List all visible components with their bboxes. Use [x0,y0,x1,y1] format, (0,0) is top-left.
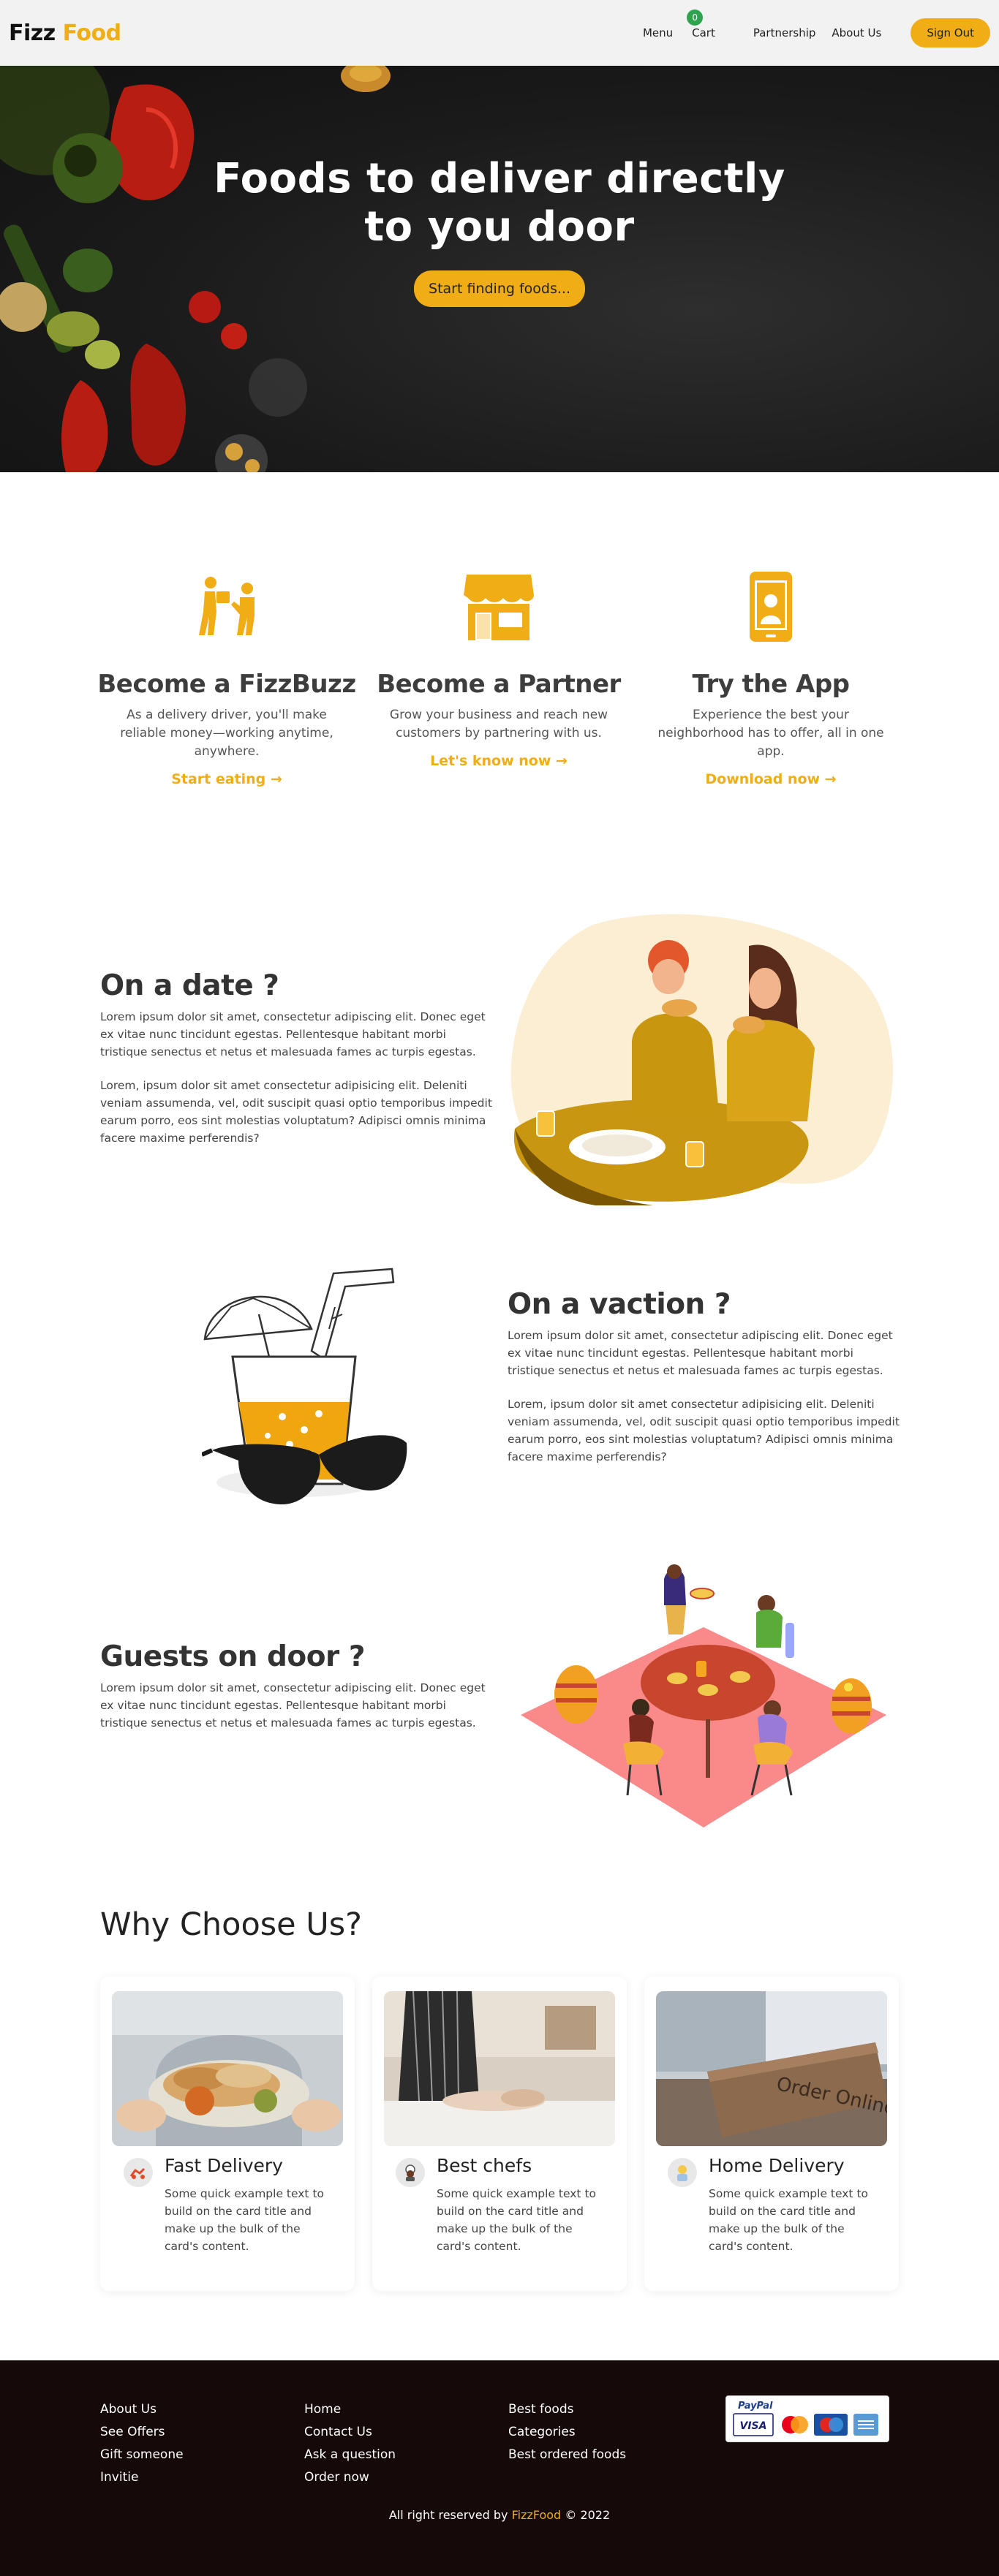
footer-link-contact-us[interactable]: Contact Us [304,2421,396,2444]
cart-count-badge: 0 [687,10,704,26]
section-paragraph: Lorem, ipsum dolor sit amet consectetur … [100,1079,492,1145]
footer-link-order-now[interactable]: Order now [304,2466,396,2489]
store-icon [363,570,635,643]
feature-partner: Become a Partner Grow your business and … [363,570,635,787]
hero-banner: Foods to deliver directly to you door St… [0,66,999,472]
why-cards: Fast Delivery Some quick example text to… [100,1977,899,2291]
section-title: Guests on door ? [100,1640,365,1673]
copyright-prefix: All right reserved by [388,2508,508,2522]
navbar: Fizz Food Menu 0 Cart Partnership About … [0,0,999,66]
delivery-people-icon [91,570,363,643]
card-fast-delivery[interactable]: Fast Delivery Some quick example text to… [100,1977,355,2291]
footer-link-gift-someone[interactable]: Gift someone [100,2444,184,2466]
start-finding-foods-button[interactable]: Start finding foods... [414,270,585,307]
feature-app: Try the App Experience the best your nei… [635,570,907,787]
amex-logo [853,2414,878,2436]
card-text: Some quick example text to build on the … [165,2187,324,2253]
card-text: Some quick example text to build on the … [437,2187,596,2253]
couple-eating-illustration [510,914,894,1205]
paypal-payment-badge: PayPal VISA [725,2395,889,2442]
sign-out-button[interactable]: Sign Out [911,18,990,48]
hero-title-line-2: to you door [364,203,635,251]
visa-logo: VISA [740,2420,767,2432]
section-title: On a vaction ? [508,1288,731,1321]
juice-sunglasses-illustration [202,1268,407,1504]
card-home-delivery[interactable]: Order Online Home Delivery Some quick ex… [644,1977,899,2291]
copyright-text: All right reserved by FizzFood © 2022 [0,2508,999,2522]
feature-description: Grow your business and reach new custome… [389,708,608,740]
chef-photo [384,1991,615,2146]
footer-link-home[interactable]: Home [304,2398,396,2421]
nav-menu-link[interactable]: Menu [643,26,673,39]
card-title: Best chefs [437,2155,532,2176]
nav-about-link[interactable]: About Us [832,26,881,39]
brand-part-2: Food [62,20,121,46]
download-now-link[interactable]: Download now → [705,771,836,787]
copyright-suffix: © 2022 [565,2508,611,2522]
footer-column-1: About Us See Offers Gift someone Invitie [100,2398,184,2489]
hero-content: Foods to deliver directly to you door St… [0,155,999,307]
section-paragraph: Lorem ipsum dolor sit amet, consectetur … [100,1681,486,1730]
feature-description: Experience the best your neighborhood ha… [657,708,884,759]
family-dinner-illustration [521,1564,886,1827]
feature-description: As a delivery driver, you'll make reliab… [120,708,333,759]
footer-link-see-offers[interactable]: See Offers [100,2421,184,2444]
nav-partnership-link[interactable]: Partnership [753,26,816,39]
brand-logo[interactable]: Fizz Food [9,20,121,46]
start-eating-link[interactable]: Start eating → [171,771,282,787]
date-section-text: On a date ? Lorem ipsum dolor sit amet, … [100,969,492,1147]
cart-label: Cart [692,26,715,39]
lets-know-now-link[interactable]: Let's know now → [430,753,568,769]
feature-title: Become a Partner [377,670,621,699]
vacation-section-text: On a vaction ? Lorem ipsum dolor sit ame… [508,1288,900,1466]
footer-column-3: Best foods Categories Best ordered foods [508,2398,626,2466]
home-avatar-icon [668,2158,697,2187]
why-choose-us-title: Why Choose Us? [100,1906,363,1943]
nav-links: Menu 0 Cart Partnership About Us Sign Ou… [618,10,990,48]
feature-driver: Become a FizzBuzz As a delivery driver, … [91,570,363,787]
footer-link-categories[interactable]: Categories [508,2421,626,2444]
footer: About Us See Offers Gift someone Invitie… [0,2360,999,2576]
wrap-food-photo [112,1991,343,2146]
footer-link-about-us[interactable]: About Us [100,2398,184,2421]
nav-cart-link[interactable]: 0 Cart [687,10,715,39]
card-best-chefs[interactable]: Best chefs Some quick example text to bu… [372,1977,627,2291]
footer-link-ask-question[interactable]: Ask a question [304,2444,396,2466]
section-title: On a date ? [100,969,279,1002]
card-title: Fast Delivery [165,2155,283,2176]
section-paragraph: Lorem ipsum dolor sit amet, consectetur … [508,1329,893,1377]
feature-title: Become a FizzBuzz [97,670,356,699]
hero-title-line-1: Foods to deliver directly [214,155,785,202]
footer-link-invite[interactable]: Invitie [100,2466,184,2489]
feature-title: Try the App [692,670,850,699]
chef-avatar-icon [396,2158,425,2187]
order-online-box-photo: Order Online [656,1991,887,2146]
footer-column-2: Home Contact Us Ask a question Order now [304,2398,396,2489]
copyright-brand[interactable]: FizzFood [512,2508,562,2522]
card-title: Home Delivery [709,2155,845,2176]
hero-title: Foods to deliver directly to you door [0,155,999,251]
card-text: Some quick example text to build on the … [709,2187,868,2253]
maestro-logo [814,2414,848,2436]
paypal-logo: PayPal [738,2401,773,2412]
footer-link-best-foods[interactable]: Best foods [508,2398,626,2421]
guests-section-text: Guests on door ? Lorem ipsum dolor sit a… [100,1640,492,1732]
mastercard-logo [782,2416,808,2433]
smartphone-icon [635,570,907,643]
features-row: Become a FizzBuzz As a delivery driver, … [91,570,908,787]
section-paragraph: Lorem, ipsum dolor sit amet consectetur … [508,1398,900,1463]
footer-link-best-ordered-foods[interactable]: Best ordered foods [508,2444,626,2466]
section-paragraph: Lorem ipsum dolor sit amet, consectetur … [100,1010,486,1058]
brand-part-1: Fizz [9,20,56,46]
delivery-avatar-icon [124,2158,153,2187]
